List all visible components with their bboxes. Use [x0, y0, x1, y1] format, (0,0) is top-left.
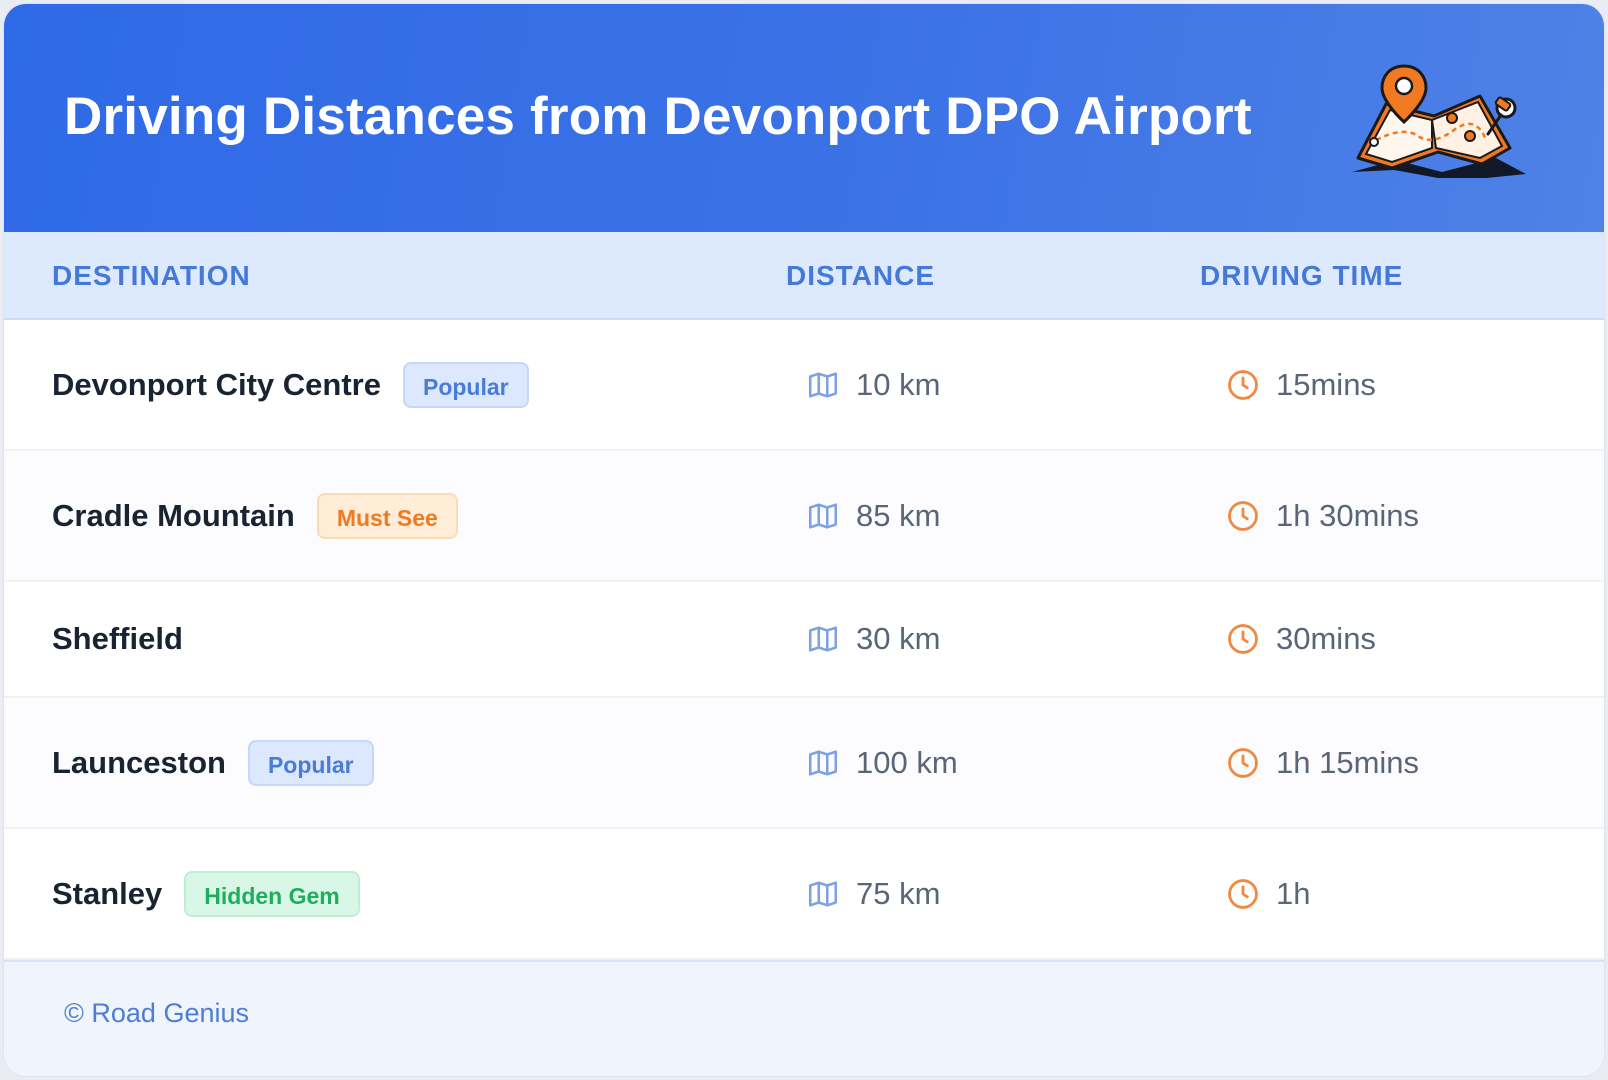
destination-name: Launceston [52, 744, 226, 780]
distance-value: 75 km [856, 875, 941, 911]
destination-name: Cradle Mountain [52, 497, 295, 533]
table-header: DESTINATION DISTANCE DRIVING TIME [4, 232, 1604, 320]
driving-time-value: 1h [1276, 875, 1311, 911]
map-icon [808, 626, 838, 652]
map-icon [808, 880, 838, 907]
distance-value: 10 km [856, 366, 941, 402]
map-pin-illustration-icon [1352, 64, 1526, 178]
clock-icon [1228, 500, 1258, 531]
map-icon [808, 371, 838, 398]
clock-icon [1228, 747, 1258, 778]
clock-icon [1228, 624, 1258, 654]
table-body: Devonport City Centre Popular 10 km 15mi… [4, 320, 1604, 960]
must-see-badge: Must See [316, 492, 458, 539]
distance-value: 85 km [856, 497, 941, 533]
driving-time-value: 1h 30mins [1276, 497, 1420, 533]
popular-badge: Popular [247, 739, 374, 786]
column-header-distance: DISTANCE [786, 260, 936, 291]
column-header-destination: DESTINATION [52, 260, 251, 291]
distance-value: 100 km [856, 744, 958, 780]
distance-value: 30 km [856, 621, 941, 656]
header-banner: Driving Distances from Devonport DPO Air… [4, 4, 1604, 232]
popular-badge: Popular [402, 361, 529, 408]
table-row: Launceston Popular 100 km 1h 15mins [4, 698, 1604, 829]
table-row: Sheffield 30 km 30mins [4, 582, 1604, 698]
table-row: Cradle Mountain Must See 85 km 1h 30mins [4, 451, 1604, 582]
clock-icon [1228, 878, 1258, 909]
column-header-driving-time: DRIVING TIME [1200, 260, 1404, 291]
table-row: Devonport City Centre Popular 10 km 15mi… [4, 320, 1604, 451]
page-title: Driving Distances from Devonport DPO Air… [64, 87, 1252, 146]
driving-time-value: 30mins [1276, 621, 1376, 656]
hidden-gem-badge: Hidden Gem [184, 870, 360, 917]
footer: © Road Genius [4, 960, 1604, 1076]
destination-name: Devonport City Centre [52, 366, 381, 402]
map-icon [808, 502, 838, 529]
table-row: Stanley Hidden Gem 75 km 1h [4, 829, 1604, 960]
destination-name: Stanley [52, 875, 163, 911]
map-icon [808, 749, 838, 776]
driving-time-value: 1h 15mins [1276, 744, 1420, 780]
clock-icon [1228, 369, 1258, 400]
driving-time-value: 15mins [1276, 366, 1376, 402]
destination-name: Sheffield [52, 621, 183, 656]
distance-card: Driving Distances from Devonport DPO Air… [4, 4, 1604, 1076]
copyright-text: © Road Genius [64, 998, 249, 1028]
